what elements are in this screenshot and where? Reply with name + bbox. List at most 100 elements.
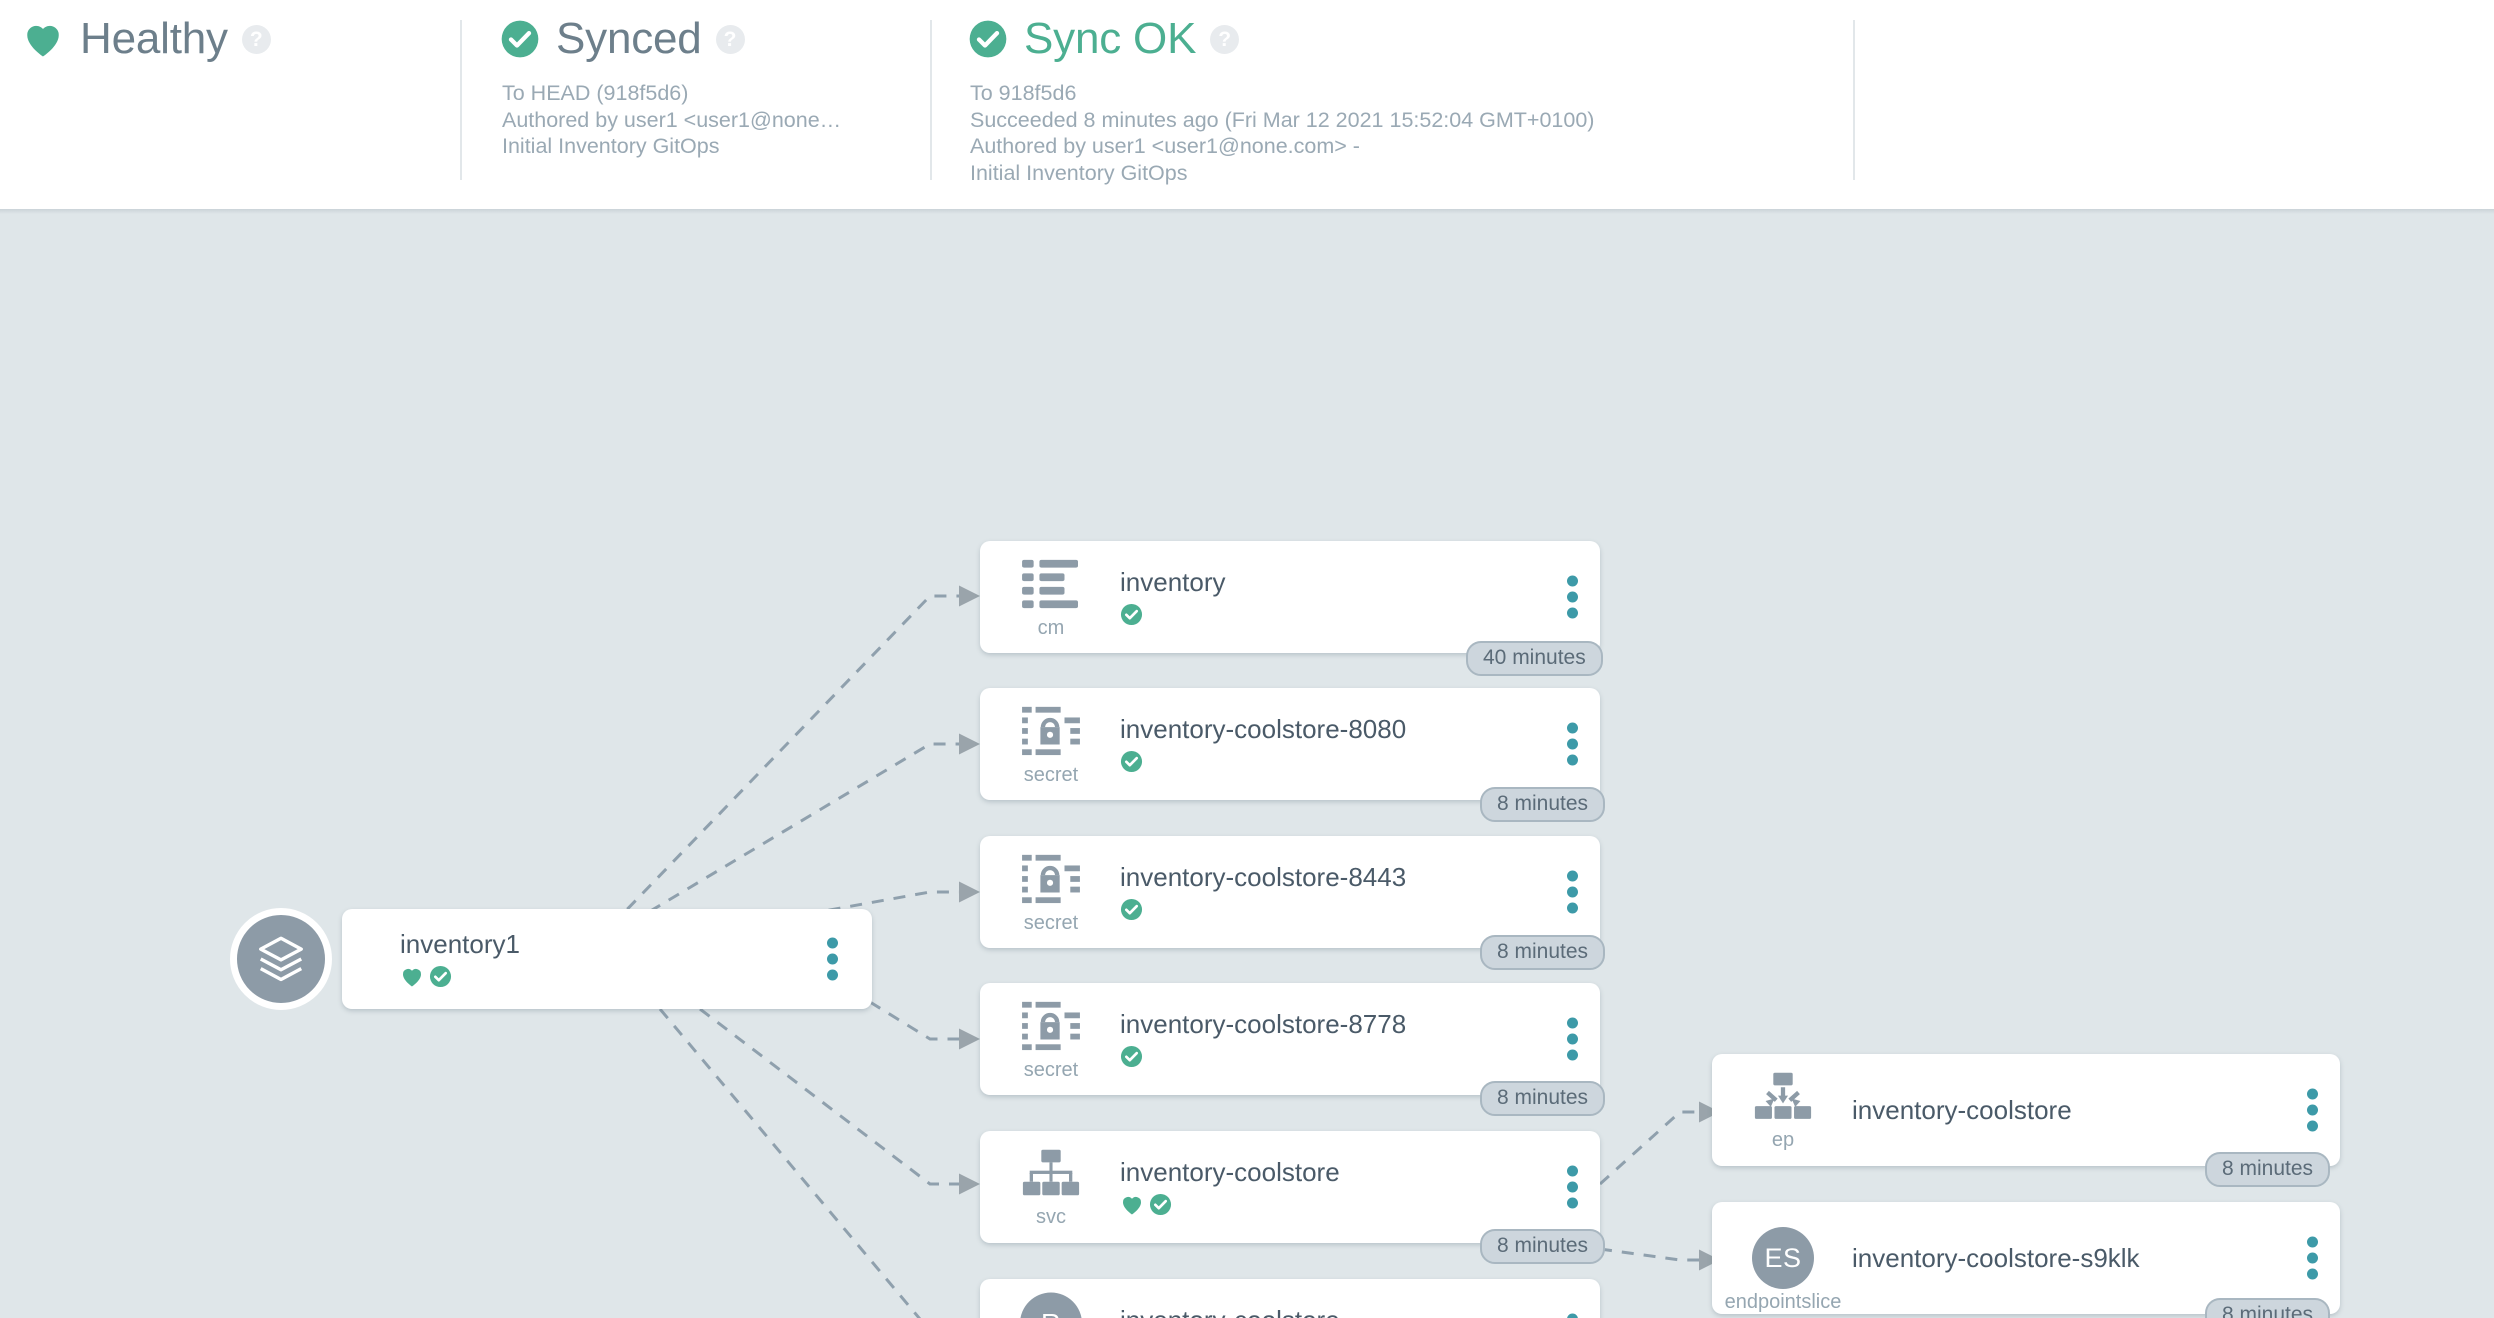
check-circle-icon <box>968 19 1008 59</box>
endpointslice-avatar-icon: ES <box>1752 1227 1814 1289</box>
route-node[interactable]: R route inventory-coolstore <box>980 1279 1600 1318</box>
sync-help-icon[interactable]: ? <box>715 24 745 54</box>
check-circle-icon <box>500 19 540 59</box>
secret-node-menu-button-8080[interactable] <box>1567 722 1578 766</box>
secret-node-badges-8778 <box>1120 1045 1406 1068</box>
secret-kind-label-8778: secret <box>1023 1059 1079 1081</box>
service-node-body: inventory-coolstore <box>1120 1158 1340 1217</box>
service-node-badges <box>1120 1193 1340 1216</box>
service-node-title: inventory-coolstore <box>1120 1156 1340 1187</box>
secret-node-8080[interactable]: secret inventory-coolstore-8080 <box>980 688 1600 800</box>
check-circle-icon <box>1120 898 1143 921</box>
route-node-title: inventory-coolstore <box>1120 1306 1340 1318</box>
operation-help-icon[interactable]: ? <box>1210 24 1240 54</box>
endpoints-icon-group: ep <box>1746 1070 1820 1150</box>
application-node-body: inventory1 <box>400 930 520 989</box>
secret-node-body-8778: inventory-coolstore-8778 <box>1120 1010 1406 1069</box>
header-shadow <box>0 209 2494 214</box>
endpoints-node-body: inventory-coolstore <box>1852 1096 2072 1125</box>
endpointslice-icon-group: ES endpointslice <box>1725 1227 1841 1312</box>
route-node-body: inventory-coolstore <box>1120 1306 1340 1318</box>
secret-node-menu-button-8778[interactable] <box>1567 1017 1578 1061</box>
operation-message-line: Initial Inventory GitOps <box>970 160 1188 185</box>
secret-icon-group-8443: secret <box>1014 851 1088 933</box>
secret-lock-icon <box>1020 998 1082 1057</box>
endpoints-arrows-icon <box>1752 1070 1814 1127</box>
operation-status-details: To 918f5d6 Succeeded 8 minutes ago (Fri … <box>970 80 1594 187</box>
secret-node-title-8778: inventory-coolstore-8778 <box>1120 1008 1407 1039</box>
secret-age-badge-8080: 8 minutes <box>1480 787 1606 822</box>
configmap-node[interactable]: cm inventory <box>980 541 1600 653</box>
health-status-label: Healthy <box>80 14 228 63</box>
secret-node-8778[interactable]: secret inventory-coolstore-8778 <box>980 983 1600 1095</box>
route-icon-group: R route <box>1014 1292 1088 1318</box>
secret-node-body-8080: inventory-coolstore-8080 <box>1120 715 1406 774</box>
endpoints-kind-label: ep <box>1771 1129 1795 1151</box>
secret-node-menu-button-8443[interactable] <box>1567 870 1578 914</box>
secret-node-body-8443: inventory-coolstore-8443 <box>1120 863 1406 922</box>
secret-kind-label-8080: secret <box>1023 764 1079 786</box>
health-help-icon[interactable]: ? <box>241 24 271 54</box>
secret-icon-group-8778: secret <box>1014 998 1088 1080</box>
sync-status-column: Synced ? To HEAD (918f5d6) Authored by u… <box>500 0 841 160</box>
service-age-badge: 8 minutes <box>1480 1229 1606 1264</box>
configmap-icon-group: cm <box>1014 556 1088 638</box>
header-divider-1 <box>460 20 462 180</box>
secret-node-title-8080: inventory-coolstore-8080 <box>1120 713 1407 744</box>
operation-revision-line: To 918f5d6 <box>970 81 1077 105</box>
configmap-age-badge: 40 minutes <box>1466 641 1603 676</box>
sync-status-label: Synced <box>556 14 702 63</box>
endpointslice-node-body: inventory-coolstore-s9klk <box>1852 1244 2140 1273</box>
heart-icon <box>22 19 64 59</box>
application-node-menu-button[interactable] <box>827 937 838 981</box>
header-divider-2 <box>930 20 932 180</box>
endpoints-node-menu-button[interactable] <box>2307 1088 2318 1132</box>
application-node-title: inventory1 <box>400 928 520 959</box>
endpointslice-age-badge: 8 minutes <box>2205 1298 2331 1318</box>
secret-age-badge-8443: 8 minutes <box>1480 935 1606 970</box>
secret-node-badges-8443 <box>1120 898 1406 921</box>
service-icon-group: svc <box>1014 1147 1088 1227</box>
check-circle-icon <box>1120 603 1143 626</box>
route-avatar-icon: R <box>1020 1292 1082 1318</box>
secret-kind-label-8443: secret <box>1023 912 1079 934</box>
health-status-column: Healthy ? <box>22 0 271 78</box>
sync-revision-line: To HEAD (918f5d6) <box>502 81 689 105</box>
check-circle-icon <box>429 965 452 988</box>
endpointslice-node-title: inventory-coolstore-s9klk <box>1852 1242 2140 1273</box>
application-status-header: Healthy ? Synced ? To HEAD (918f5d6) Aut… <box>0 0 2494 209</box>
configmap-node-body: inventory <box>1120 568 1226 627</box>
sync-status-details: To HEAD (918f5d6) Authored by user1 <use… <box>502 80 841 160</box>
secret-node-badges-8080 <box>1120 750 1406 773</box>
check-circle-icon <box>1149 1193 1172 1216</box>
heart-icon <box>1120 1193 1144 1216</box>
endpointslice-kind-label: endpointslice <box>1724 1291 1842 1313</box>
service-tree-icon <box>1020 1147 1082 1204</box>
secret-node-title-8443: inventory-coolstore-8443 <box>1120 861 1407 892</box>
operation-status-column: Sync OK ? To 918f5d6 Succeeded 8 minutes… <box>968 0 1594 187</box>
application-node-badges <box>400 965 520 988</box>
route-node-menu-button[interactable] <box>1567 1313 1578 1318</box>
application-node[interactable]: inventory1 <box>230 908 872 1010</box>
check-circle-icon <box>1120 750 1143 773</box>
heart-icon <box>400 965 424 988</box>
configmap-kind-label: cm <box>1037 617 1065 639</box>
service-node[interactable]: svc inventory-coolstore <box>980 1131 1600 1243</box>
endpoints-node[interactable]: ep inventory-coolstore <box>1712 1054 2340 1166</box>
endpointslice-node-menu-button[interactable] <box>2307 1236 2318 1280</box>
sync-message-line: Initial Inventory GitOps <box>502 134 720 159</box>
header-divider-3 <box>1853 20 1855 180</box>
check-circle-icon <box>1120 1045 1143 1068</box>
service-kind-label: svc <box>1036 1206 1066 1228</box>
secret-node-8443[interactable]: secret inventory-coolstore-8443 <box>980 836 1600 948</box>
resource-tree-canvas[interactable]: inventory1 cm inventory 40 minutes secre… <box>0 209 2494 1318</box>
layers-stack-icon <box>230 908 332 1010</box>
operation-succeeded-line: Succeeded 8 minutes ago (Fri Mar 12 2021… <box>970 107 1595 132</box>
service-node-menu-button[interactable] <box>1567 1165 1578 1209</box>
configmap-node-title: inventory <box>1120 566 1226 597</box>
secret-age-badge-8778: 8 minutes <box>1480 1081 1606 1116</box>
sync-author-line: Authored by user1 <user1@none… <box>502 107 842 132</box>
configmap-node-menu-button[interactable] <box>1567 575 1578 619</box>
secret-icon-group-8080: secret <box>1014 703 1088 785</box>
operation-status-label: Sync OK <box>1024 14 1197 63</box>
